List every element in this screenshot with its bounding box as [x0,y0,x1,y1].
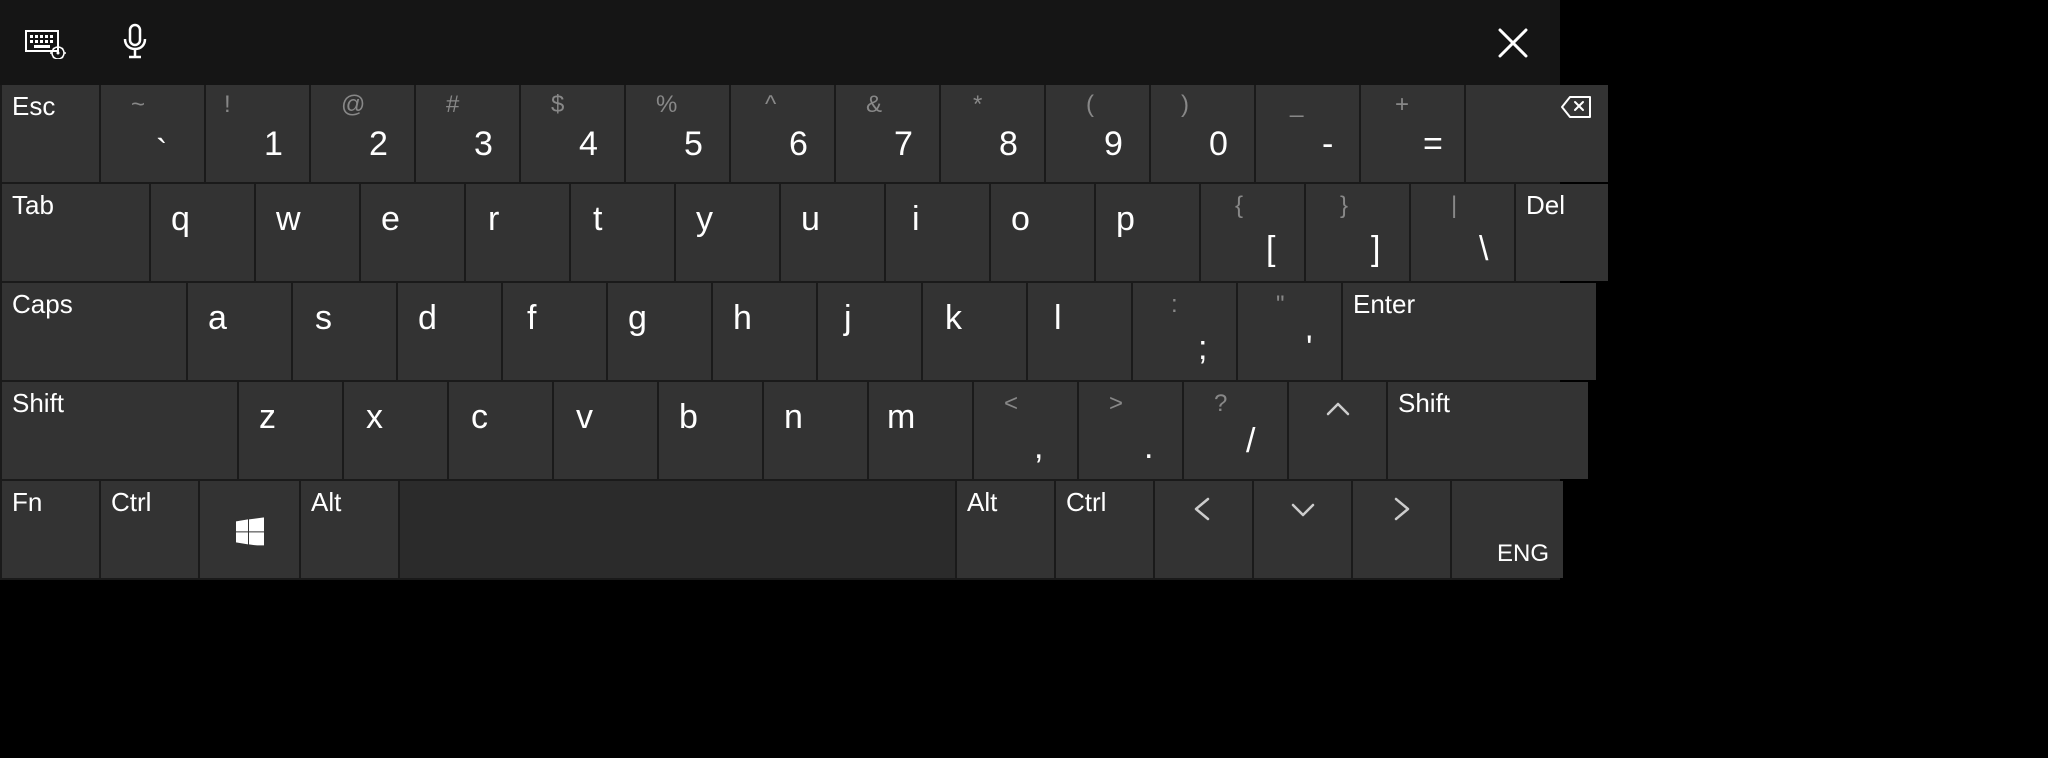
key-g[interactable]: g [608,283,711,380]
keyboard-toolbar [0,0,1560,85]
key-q[interactable]: q [151,184,254,281]
key-7[interactable]: &7 [836,85,939,182]
key-left[interactable] [1155,481,1252,578]
key-e[interactable]: e [361,184,464,281]
key-win[interactable] [200,481,299,578]
key-backspace[interactable] [1466,85,1608,182]
key-rshift[interactable]: Shift [1388,382,1588,479]
key-s[interactable]: s [293,283,396,380]
key-up[interactable] [1289,382,1386,479]
key-n[interactable]: n [764,382,867,479]
key-tab[interactable]: Tab [2,184,149,281]
key-1[interactable]: !1 [206,85,309,182]
key-esc[interactable]: Esc [2,85,99,182]
keyboard-settings-icon[interactable] [15,27,75,59]
key-p[interactable]: p [1096,184,1199,281]
key-quote[interactable]: "' [1238,283,1341,380]
key-semicolon[interactable]: :; [1133,283,1236,380]
key-o[interactable]: o [991,184,1094,281]
key-v[interactable]: v [554,382,657,479]
key-w[interactable]: w [256,184,359,281]
key-ralt[interactable]: Alt [957,481,1054,578]
key-k[interactable]: k [923,283,1026,380]
key-backslash[interactable]: |\ [1411,184,1514,281]
key-6[interactable]: ^6 [731,85,834,182]
key-4[interactable]: $4 [521,85,624,182]
key-lang[interactable]: ENG [1452,481,1563,578]
microphone-icon[interactable] [105,23,165,63]
key-enter[interactable]: Enter [1343,283,1596,380]
key-c[interactable]: c [449,382,552,479]
key-a[interactable]: a [188,283,291,380]
key-caps[interactable]: Caps [2,283,186,380]
key-m[interactable]: m [869,382,972,479]
key-5[interactable]: %5 [626,85,729,182]
key-j[interactable]: j [818,283,921,380]
key-8[interactable]: *8 [941,85,1044,182]
key-rctrl[interactable]: Ctrl [1056,481,1153,578]
key-l[interactable]: l [1028,283,1131,380]
key-equals[interactable]: += [1361,85,1464,182]
key-rbracket[interactable]: }] [1306,184,1409,281]
key-x[interactable]: x [344,382,447,479]
key-d[interactable]: d [398,283,501,380]
keyboard-rows: Esc~`!1@2#3$4%5^6&7*8(9)0_-+= Tabqwertyui… [0,85,1560,580]
key-t[interactable]: t [571,184,674,281]
key-backtick[interactable]: ~` [101,85,204,182]
key-b[interactable]: b [659,382,762,479]
on-screen-keyboard: Esc~`!1@2#3$4%5^6&7*8(9)0_-+= Tabqwertyui… [0,0,1560,580]
key-r[interactable]: r [466,184,569,281]
key-right[interactable] [1353,481,1450,578]
key-i[interactable]: i [886,184,989,281]
key-z[interactable]: z [239,382,342,479]
key-space[interactable] [400,481,955,578]
key-2[interactable]: @2 [311,85,414,182]
key-3[interactable]: #3 [416,85,519,182]
key-h[interactable]: h [713,283,816,380]
key-9[interactable]: (9 [1046,85,1149,182]
key-lalt[interactable]: Alt [301,481,398,578]
key-comma[interactable]: <, [974,382,1077,479]
key-down[interactable] [1254,481,1351,578]
key-u[interactable]: u [781,184,884,281]
key-fn[interactable]: Fn [2,481,99,578]
key-slash[interactable]: ?/ [1184,382,1287,479]
key-y[interactable]: y [676,184,779,281]
key-lctrl[interactable]: Ctrl [101,481,198,578]
key-period[interactable]: >. [1079,382,1182,479]
close-icon[interactable] [1486,0,1540,85]
key-lshift[interactable]: Shift [2,382,237,479]
key-del[interactable]: Del [1516,184,1608,281]
key-lbracket[interactable]: {[ [1201,184,1304,281]
key-f[interactable]: f [503,283,606,380]
key-minus[interactable]: _- [1256,85,1359,182]
key-0[interactable]: )0 [1151,85,1254,182]
